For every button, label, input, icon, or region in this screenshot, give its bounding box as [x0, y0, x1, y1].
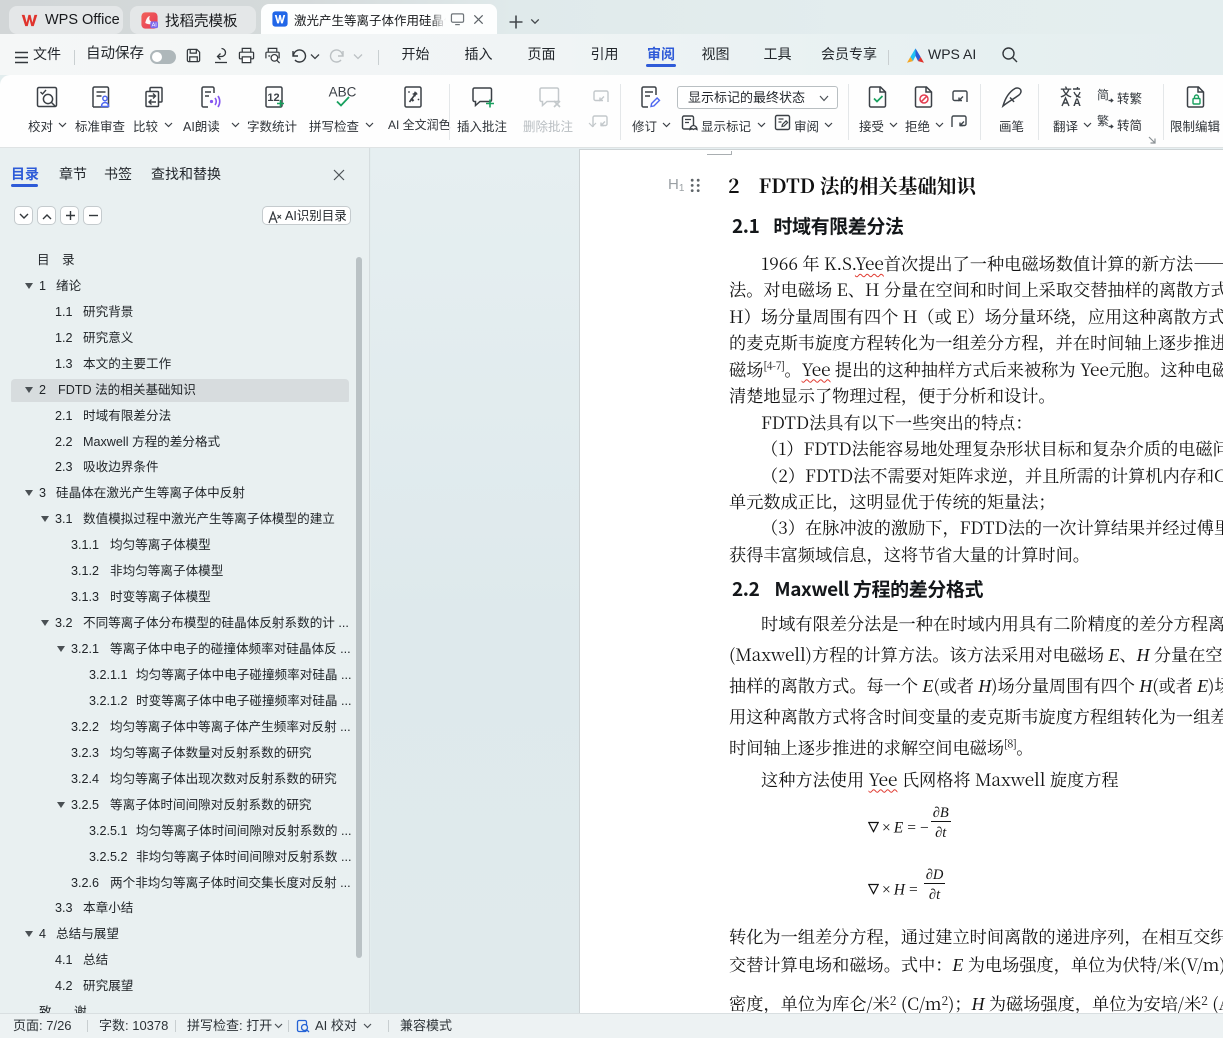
svg-text:简: 简: [1097, 88, 1109, 102]
svg-text:A: A: [1073, 97, 1081, 109]
svg-text:繁: 繁: [1097, 113, 1109, 128]
svg-text:ABC: ABC: [329, 85, 357, 100]
svg-text:AI: AI: [152, 22, 158, 28]
svg-text:文: 文: [1061, 85, 1073, 99]
svg-text:12: 12: [267, 92, 279, 104]
